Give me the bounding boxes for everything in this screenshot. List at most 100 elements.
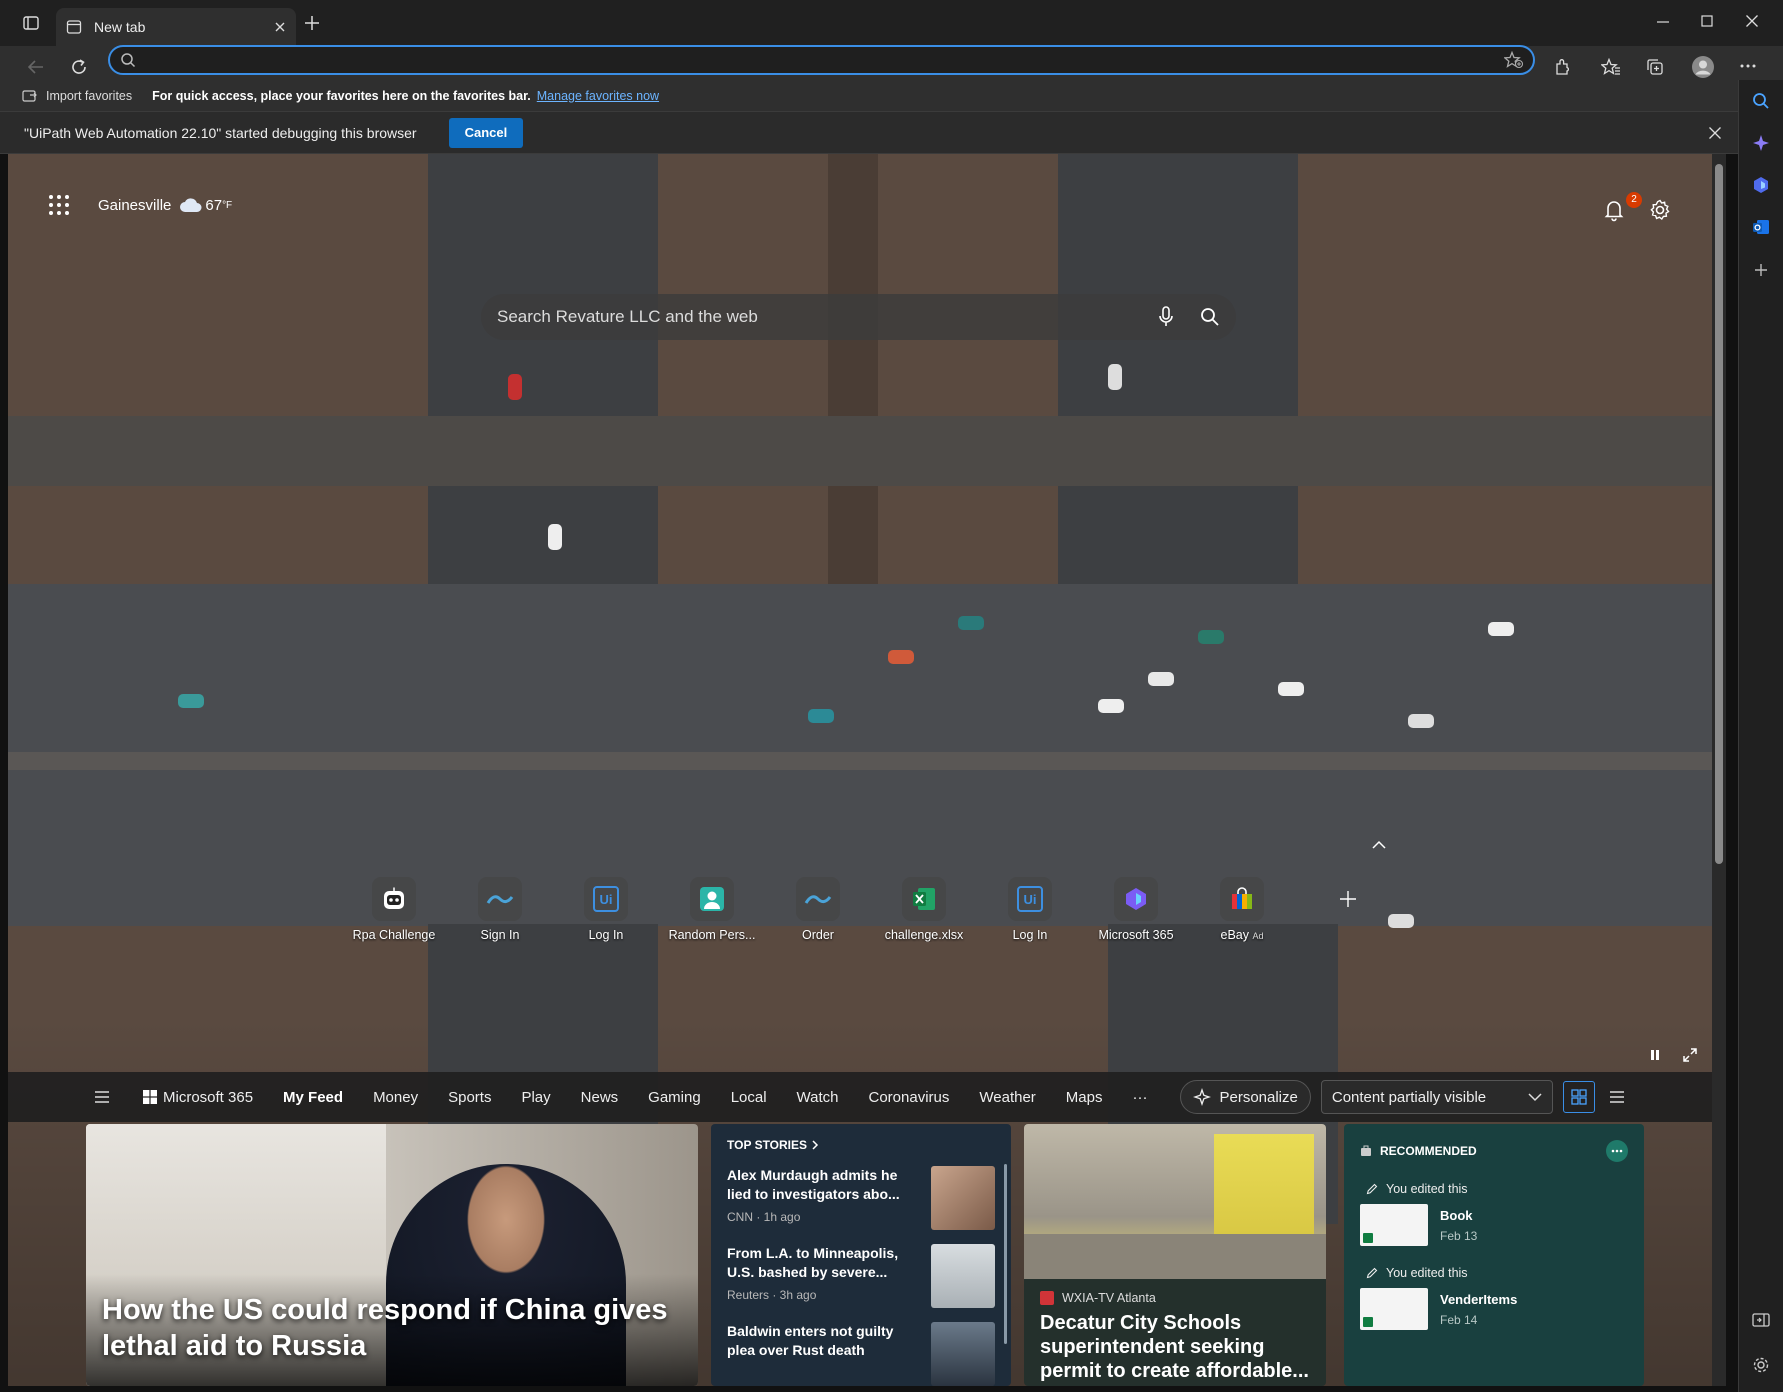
shopping-bag-icon [1220, 877, 1264, 921]
windows-logo-icon [143, 1090, 157, 1104]
quick-link-label: Sign In [480, 928, 520, 942]
quick-link-tile[interactable]: Rpa Challenge [341, 877, 447, 942]
favorites-hint: For quick access, place your favorites h… [152, 88, 531, 103]
close-window-icon[interactable] [1745, 14, 1759, 28]
page-scrollbar[interactable] [1712, 154, 1726, 1386]
weather-widget[interactable]: Gainesville 67 °F [98, 197, 232, 214]
nav-local[interactable]: Local [731, 1089, 767, 1106]
news-story-card[interactable]: WXIA-TV Atlanta Decatur City Schools sup… [1024, 1124, 1326, 1386]
add-quick-link-button[interactable] [1295, 877, 1401, 921]
m365-icon [1114, 877, 1158, 921]
search-icon [120, 52, 136, 68]
add-favorite-star-icon[interactable] [1504, 51, 1524, 69]
search-submit-icon[interactable] [1200, 307, 1220, 327]
microphone-icon[interactable] [1158, 306, 1174, 328]
title-bar: New tab [0, 0, 1783, 46]
quick-link-tile[interactable]: Random Pers... [659, 877, 765, 942]
recommended-item[interactable]: You edited this Book Feb 13 [1360, 1182, 1628, 1246]
quick-link-tile[interactable]: Order [765, 877, 871, 942]
recommended-card: RECOMMENDED You edited this Book Feb 13 [1344, 1124, 1644, 1386]
nav-maps[interactable]: Maps [1066, 1089, 1103, 1106]
story-item[interactable]: Alex Murdaugh admits he lied to investig… [727, 1166, 995, 1230]
content-visibility-value: Content partially visible [1331, 1088, 1487, 1106]
quick-link-tile[interactable]: eBay Ad [1189, 877, 1295, 942]
close-infobar-icon[interactable] [1708, 126, 1722, 140]
new-tab-plus-icon[interactable] [304, 15, 320, 31]
quick-link-tile[interactable]: Sign In [447, 877, 553, 942]
story-item[interactable]: From L.A. to Minneapolis, U.S. bashed by… [727, 1244, 995, 1308]
import-favorites-icon[interactable] [22, 89, 38, 103]
story-source: WXIA-TV Atlanta [1062, 1291, 1156, 1305]
quick-link-tile[interactable]: Ui Log In [977, 877, 1083, 942]
outlook-icon[interactable] [1752, 218, 1770, 236]
sidebar-search-icon[interactable] [1752, 92, 1770, 110]
scrollbar-thumb[interactable] [1715, 164, 1723, 864]
nav-microsoft-365[interactable]: Microsoft 365 [143, 1089, 253, 1106]
personalize-button[interactable]: Personalize [1180, 1080, 1311, 1114]
tab-new-tab[interactable]: New tab [56, 8, 296, 46]
maximize-icon[interactable] [1700, 14, 1714, 28]
content-visibility-dropdown[interactable]: Content partially visible [1320, 1080, 1553, 1114]
collections-icon[interactable] [1646, 58, 1664, 76]
web-search-box[interactable]: Search Revature LLC and the web [481, 294, 1236, 340]
chevron-right-icon [811, 1140, 819, 1150]
profile-avatar-icon[interactable] [1691, 55, 1715, 79]
nav-gaming[interactable]: Gaming [648, 1089, 701, 1106]
page-settings-gear-icon[interactable] [1649, 199, 1671, 221]
hide-sidebar-icon[interactable] [1752, 1312, 1770, 1328]
nav-more-button[interactable]: ··· [1132, 1089, 1147, 1106]
collapse-quicklinks-chevron-icon[interactable] [1371, 840, 1387, 850]
pause-background-icon[interactable] [1648, 1048, 1662, 1062]
story-item[interactable]: Baldwin enters not guilty plea over Rust… [727, 1322, 995, 1386]
add-sidebar-app-icon[interactable] [1753, 262, 1769, 278]
sidebar-settings-gear-icon[interactable] [1752, 1356, 1770, 1374]
manage-favorites-link[interactable]: Manage favorites now [537, 89, 659, 103]
recommended-title: RECOMMENDED [1380, 1144, 1477, 1158]
top-stories-header[interactable]: TOP STORIES [727, 1138, 995, 1152]
address-bar[interactable] [108, 45, 1535, 75]
file-name: VenderItems [1440, 1292, 1518, 1307]
quick-link-tile[interactable]: challenge.xlsx [871, 877, 977, 942]
tab-title: New tab [94, 19, 146, 35]
story-title: From L.A. to Minneapolis, U.S. bashed by… [727, 1245, 899, 1280]
nav-sports[interactable]: Sports [448, 1089, 491, 1106]
more-options-icon[interactable] [1606, 1140, 1628, 1162]
quick-link-tile[interactable]: Microsoft 365 [1083, 877, 1189, 942]
robot-icon [372, 877, 416, 921]
expand-background-icon[interactable] [1682, 1047, 1698, 1063]
nav-weather[interactable]: Weather [979, 1089, 1035, 1106]
notifications-bell-icon[interactable] [1602, 198, 1626, 222]
app-launcher-grid-icon[interactable] [48, 194, 70, 216]
minimize-icon[interactable] [1656, 15, 1670, 29]
list-view-icon[interactable] [1601, 1081, 1633, 1113]
search-placeholder: Search Revature LLC and the web [497, 307, 758, 326]
quick-link-label: Rpa Challenge [352, 928, 436, 942]
nav-news[interactable]: News [581, 1089, 619, 1106]
nav-coronavirus[interactable]: Coronavirus [869, 1089, 950, 1106]
recommended-item[interactable]: You edited this VenderItems Feb 14 [1360, 1266, 1628, 1330]
debugging-infobar: "UiPath Web Automation 22.10" started de… [0, 112, 1738, 154]
nav-watch[interactable]: Watch [797, 1089, 839, 1106]
address-input[interactable] [140, 50, 1480, 70]
nav-play[interactable]: Play [521, 1089, 550, 1106]
quick-link-tile[interactable]: Ui Log In [553, 877, 659, 942]
back-arrow-icon[interactable] [27, 59, 45, 75]
settings-more-icon[interactable] [1739, 59, 1757, 73]
office-icon[interactable] [1752, 176, 1770, 194]
import-favorites-button[interactable]: Import favorites [46, 89, 132, 103]
location-label: Gainesville [98, 196, 172, 214]
favorites-star-icon[interactable] [1601, 58, 1621, 76]
refresh-icon[interactable] [70, 58, 88, 76]
stories-scrollbar[interactable] [1004, 1164, 1007, 1344]
cancel-debugging-button[interactable]: Cancel [448, 117, 524, 148]
copilot-sparkle-icon[interactable] [1752, 134, 1770, 152]
hero-news-card[interactable]: How the US could respond if China gives … [86, 1124, 698, 1386]
close-tab-icon[interactable] [274, 21, 286, 33]
tab-actions-icon[interactable] [22, 14, 40, 32]
grid-view-icon[interactable] [1562, 1081, 1595, 1113]
quick-link-label: Log In [1012, 928, 1048, 942]
hamburger-menu-icon[interactable] [94, 1091, 110, 1103]
nav-my-feed[interactable]: My Feed [283, 1089, 343, 1106]
nav-money[interactable]: Money [373, 1089, 418, 1106]
extensions-icon[interactable] [1553, 58, 1571, 76]
